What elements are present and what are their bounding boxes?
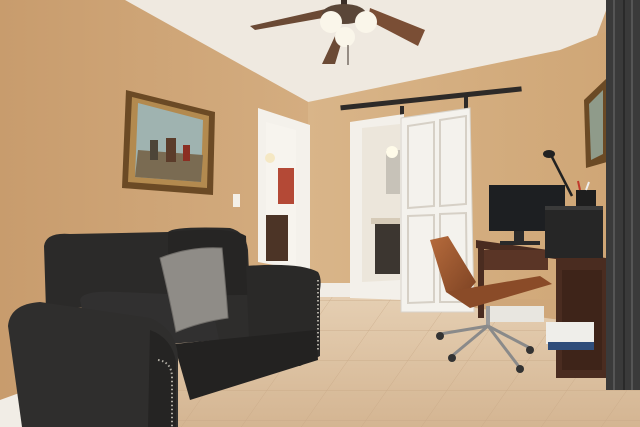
bathroom-doorway bbox=[350, 114, 404, 300]
room-photo bbox=[0, 0, 640, 427]
light-switch bbox=[233, 194, 240, 207]
computer-tower bbox=[545, 206, 603, 258]
hallway-doorway bbox=[258, 108, 310, 272]
curtain bbox=[606, 0, 640, 390]
